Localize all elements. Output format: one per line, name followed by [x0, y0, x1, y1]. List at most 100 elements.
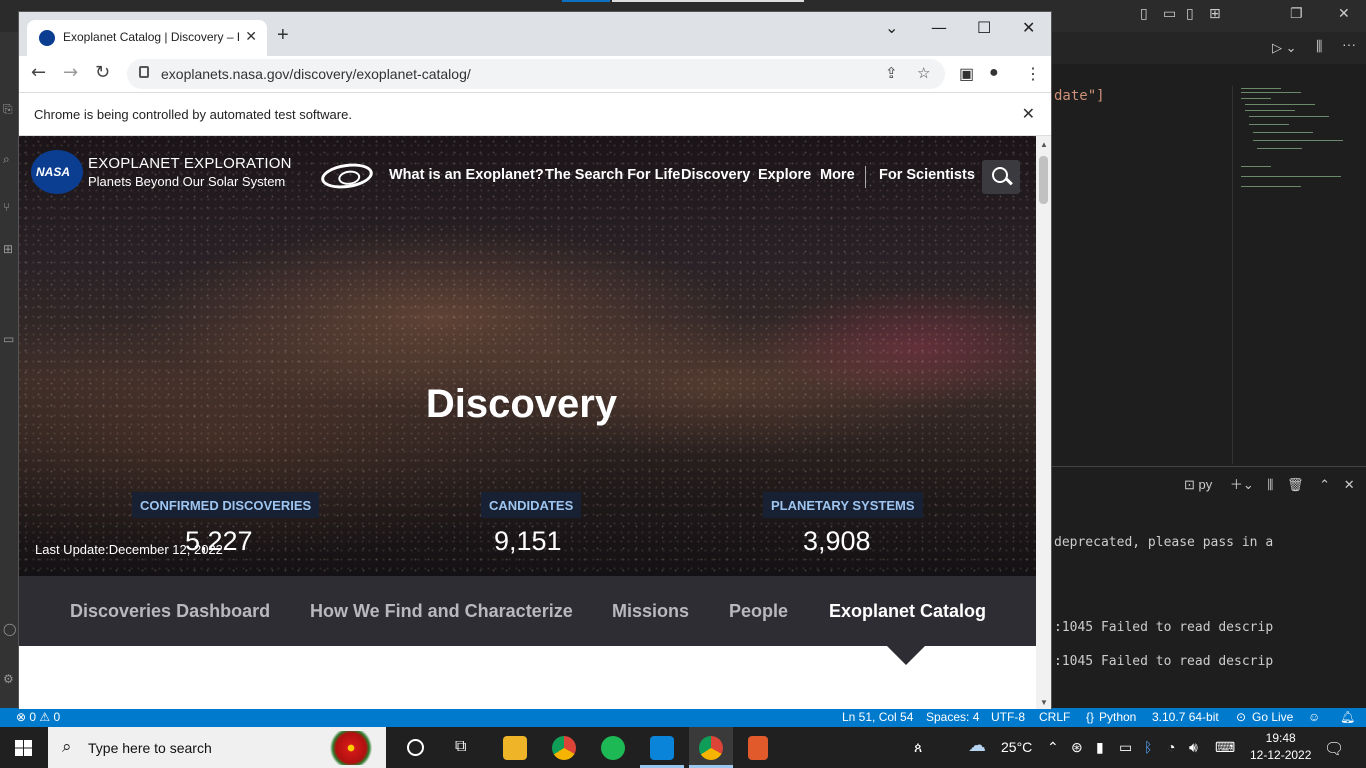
- close-window-icon[interactable]: ✕: [1022, 18, 1035, 37]
- lock-icon[interactable]: [139, 66, 149, 78]
- vscode-close-icon[interactable]: ✕: [1338, 6, 1350, 22]
- split-terminal-icon[interactable]: ⫼: [1267, 477, 1273, 492]
- site-search-icon[interactable]: [982, 160, 1020, 194]
- account-icon[interactable]: ◯: [3, 622, 16, 636]
- address-bar[interactable]: exoplanets.nasa.gov/discovery/exoplanet-…: [127, 59, 945, 89]
- poinsettia-icon[interactable]: [326, 731, 376, 765]
- split-editor-icon[interactable]: ⫼: [1316, 38, 1322, 55]
- share-icon[interactable]: ⇪: [885, 64, 898, 82]
- tray-overflow-icon[interactable]: ⌃: [1047, 739, 1059, 756]
- terminal-panel[interactable]: [1052, 466, 1366, 708]
- scroll-thumb[interactable]: [1039, 156, 1048, 204]
- language-mode[interactable]: Python: [1099, 710, 1136, 724]
- volume-icon[interactable]: 🔊︎: [1189, 739, 1198, 756]
- action-center-icon[interactable]: 🗨︎: [1324, 739, 1344, 759]
- site-title[interactable]: EXOPLANET EXPLORATION: [88, 155, 292, 172]
- subnav-exoplanet-catalog[interactable]: Exoplanet Catalog: [829, 601, 986, 622]
- minimize-icon[interactable]: —: [931, 18, 947, 37]
- line-ending[interactable]: CRLF: [1039, 710, 1070, 724]
- cursor-position[interactable]: Ln 51, Col 54: [842, 710, 913, 724]
- nav-for-scientists[interactable]: For Scientists: [879, 167, 975, 183]
- bluetooth-icon[interactable]: ᛒ: [1144, 739, 1152, 755]
- kill-terminal-icon[interactable]: 🗑: [1287, 477, 1304, 492]
- stat-label-confirmed[interactable]: CONFIRMED DISCOVERIES: [132, 492, 320, 518]
- tab-search-icon[interactable]: ⌄: [885, 18, 898, 37]
- layout-sidebar-icon[interactable]: ▯: [1140, 6, 1148, 22]
- layout-secondary-icon[interactable]: ▯: [1186, 6, 1194, 22]
- spotify-icon[interactable]: [601, 736, 625, 760]
- subnav-discoveries-dashboard[interactable]: Discoveries Dashboard: [70, 601, 270, 622]
- terminal-icon[interactable]: ⊡: [1184, 477, 1195, 492]
- more-actions-icon[interactable]: ···: [1342, 36, 1356, 52]
- vscode-restore-icon[interactable]: ❐: [1290, 6, 1303, 22]
- maximize-panel-icon[interactable]: ⌃: [1319, 477, 1330, 492]
- golive-button[interactable]: Go Live: [1252, 710, 1293, 724]
- people-icon[interactable]: ጰ: [914, 739, 922, 756]
- layout-panel-icon[interactable]: ▭: [1163, 6, 1176, 22]
- page-scrollbar[interactable]: ▲ ▼: [1036, 136, 1051, 709]
- extensions-icon[interactable]: ⊞: [3, 242, 13, 256]
- stat-label-candidates[interactable]: CANDIDATES: [481, 492, 582, 518]
- back-icon[interactable]: ←: [31, 62, 46, 83]
- url-text[interactable]: exoplanets.nasa.gov/discovery/exoplanet-…: [161, 66, 471, 82]
- forward-icon[interactable]: →: [63, 62, 78, 83]
- task-view-icon[interactable]: ⧉: [455, 738, 466, 756]
- source-control-icon[interactable]: ⑂: [3, 200, 10, 214]
- scroll-up-icon[interactable]: ▲: [1040, 140, 1048, 149]
- minimap[interactable]: [1232, 86, 1356, 464]
- layout-customize-icon[interactable]: ⊞: [1209, 6, 1221, 22]
- notifications-icon[interactable]: 🔔︎: [1340, 710, 1355, 724]
- wifi-icon[interactable]: ◔: [1167, 739, 1175, 755]
- close-tab-icon[interactable]: ✕: [245, 28, 257, 45]
- problems-indicator[interactable]: ⊗ 0 ⚠ 0: [16, 710, 60, 724]
- chrome-menu-icon[interactable]: ⋮: [1025, 64, 1041, 84]
- bookmark-star-icon[interactable]: ☆: [917, 64, 930, 82]
- stat-label-planetary-systems[interactable]: PLANETARY SYSTEMS: [763, 492, 923, 518]
- galaxy-icon[interactable]: [319, 160, 375, 192]
- subnav-how-we-find[interactable]: How We Find and Characterize: [310, 601, 573, 622]
- subnav-missions[interactable]: Missions: [612, 601, 689, 622]
- new-tab-icon[interactable]: +: [277, 24, 289, 47]
- feedback-icon[interactable]: ☺: [1308, 710, 1320, 724]
- temperature[interactable]: 25°C: [1001, 739, 1032, 755]
- security-icon[interactable]: ⊛: [1071, 739, 1083, 756]
- nav-discovery[interactable]: Discovery: [681, 167, 750, 183]
- stat-value-planetary-systems[interactable]: 3,908: [803, 526, 871, 557]
- weather-icon[interactable]: ☁: [968, 735, 986, 756]
- subnav-people[interactable]: People: [729, 601, 788, 622]
- code-editor[interactable]: [1052, 86, 1230, 464]
- taskbar-search-box[interactable]: ⌕ Type here to search: [48, 727, 386, 768]
- explorer-icon[interactable]: ⎘: [3, 102, 13, 117]
- remote-icon[interactable]: ▭: [3, 332, 14, 346]
- run-icon[interactable]: ▷ ⌄: [1272, 40, 1297, 56]
- keyboard-icon[interactable]: ⌨: [1215, 739, 1235, 756]
- app-icon[interactable]: [748, 736, 768, 760]
- interpreter[interactable]: 3.10.7 64-bit: [1152, 710, 1219, 724]
- nav-explore[interactable]: Explore: [758, 167, 811, 183]
- stat-value-candidates[interactable]: 9,151: [494, 526, 562, 557]
- battery-icon[interactable]: ▭: [1119, 739, 1132, 756]
- side-panel-icon[interactable]: ▣: [959, 64, 974, 84]
- terminal-name[interactable]: py: [1199, 477, 1213, 492]
- profile-avatar-icon[interactable]: ●: [989, 64, 999, 82]
- microphone-icon[interactable]: ▮: [1096, 739, 1104, 756]
- new-terminal-icon[interactable]: ＋⌄: [1230, 477, 1254, 492]
- scroll-down-icon[interactable]: ▼: [1040, 698, 1048, 707]
- indentation[interactable]: Spaces: 4: [926, 710, 979, 724]
- chrome-icon[interactable]: [552, 736, 576, 760]
- nav-what-is-an-exoplanet[interactable]: What is an Exoplanet?: [389, 167, 544, 183]
- settings-gear-icon[interactable]: ⚙: [3, 672, 14, 686]
- file-explorer-icon[interactable]: [503, 736, 527, 760]
- infobar-close-icon[interactable]: ✕: [1022, 104, 1035, 124]
- cortana-icon[interactable]: [407, 739, 424, 756]
- reload-icon[interactable]: ↻: [95, 62, 110, 83]
- encoding[interactable]: UTF-8: [991, 710, 1025, 724]
- chrome-active-icon[interactable]: [699, 736, 723, 760]
- clock[interactable]: 19:48 12-12-2022: [1250, 731, 1311, 762]
- nasa-logo[interactable]: NASA: [31, 150, 83, 194]
- search-icon[interactable]: ⌕: [3, 152, 10, 167]
- site-subtitle[interactable]: Planets Beyond Our Solar System: [88, 174, 285, 189]
- nav-search-for-life[interactable]: The Search For Life: [545, 167, 680, 183]
- close-panel-icon[interactable]: ✕: [1344, 477, 1355, 492]
- browser-tab[interactable]: Exoplanet Catalog | Discovery – E ✕: [27, 20, 267, 56]
